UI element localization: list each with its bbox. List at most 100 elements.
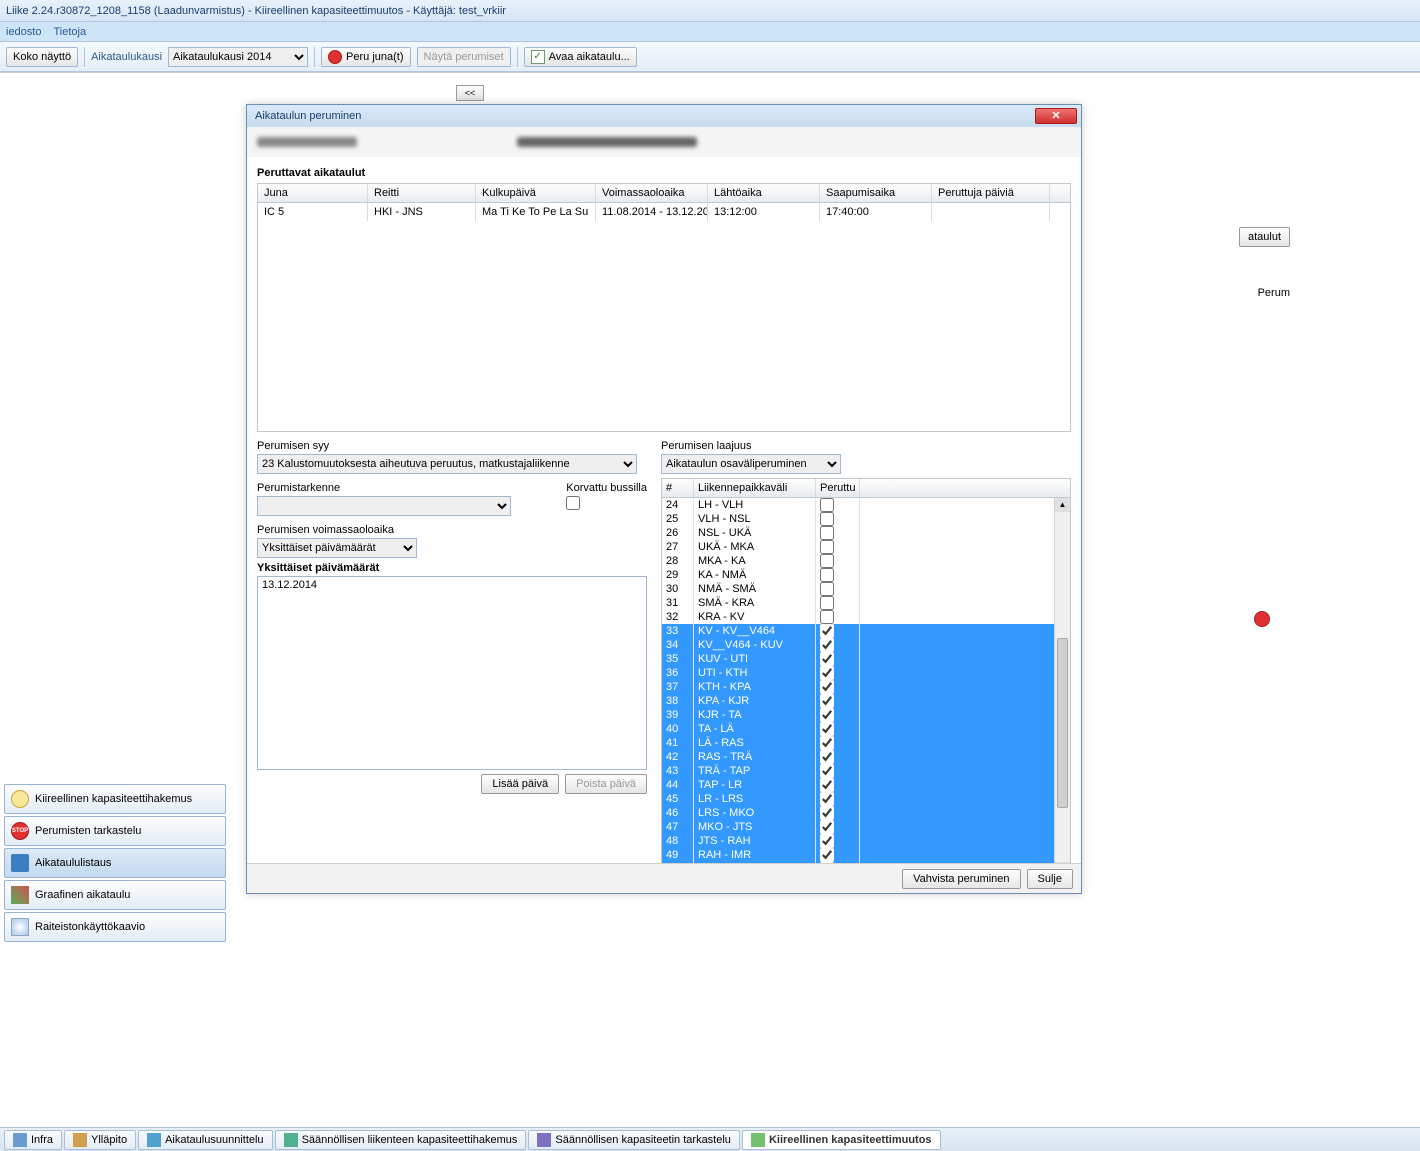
segment-checkbox[interactable] <box>820 820 834 834</box>
validity-select[interactable]: Yksittäiset päivämäärät <box>257 538 417 558</box>
col-voim[interactable]: Voimassaoloaika <box>596 184 708 202</box>
close-button[interactable]: ✕ <box>1035 108 1077 124</box>
segment-row[interactable]: 43TRÄ - TAP <box>662 764 1054 778</box>
scope-select[interactable]: Aikataulun osaväliperuminen <box>661 454 841 474</box>
reason-select[interactable]: 23 Kalustomuutoksesta aiheutuva peruutus… <box>257 454 637 474</box>
segment-row[interactable]: 34KV__V464 - KUV <box>662 638 1054 652</box>
confirm-button[interactable]: Vahvista peruminen <box>902 869 1020 889</box>
detail-select[interactable] <box>257 496 511 516</box>
segment-row[interactable]: 28MKA - KA <box>662 554 1054 568</box>
segment-checkbox[interactable] <box>820 652 834 666</box>
segment-row[interactable]: 46LRS - MKO <box>662 806 1054 820</box>
side-cancellation-review[interactable]: STOPPerumisten tarkastelu <box>4 816 226 846</box>
segment-checkbox[interactable] <box>820 498 834 512</box>
show-cancellations-button: Näytä perumiset <box>417 47 511 67</box>
side-graphic-schedule[interactable]: Graafinen aikataulu <box>4 880 226 910</box>
segment-row[interactable]: 38KPA - KJR <box>662 694 1054 708</box>
segment-checkbox[interactable] <box>820 806 834 820</box>
segment-row[interactable]: 40TA - LÄ <box>662 722 1054 736</box>
tab-kiir[interactable]: Kiireellinen kapasiteettimuutos <box>742 1130 941 1150</box>
segment-checkbox[interactable] <box>820 834 834 848</box>
side-schedule-listing[interactable]: Aikataululistaus <box>4 848 226 878</box>
segment-row[interactable]: 32KRA - KV <box>662 610 1054 624</box>
cancel-train-button[interactable]: Peru juna(t) <box>321 47 410 67</box>
segment-row[interactable]: 27UKÄ - MKA <box>662 540 1054 554</box>
collapse-button[interactable]: << <box>456 85 484 101</box>
segment-row[interactable]: 37KTH - KPA <box>662 680 1054 694</box>
segment-row[interactable]: 47MKO - JTS <box>662 820 1054 834</box>
segment-checkbox[interactable] <box>820 694 834 708</box>
segment-checkbox[interactable] <box>820 736 834 750</box>
segment-row[interactable]: 45LR - LRS <box>662 792 1054 806</box>
segment-checkbox[interactable] <box>820 568 834 582</box>
menu-tietoja[interactable]: Tietoja <box>53 26 86 38</box>
segment-checkbox[interactable] <box>820 792 834 806</box>
segment-row[interactable]: 31SMÄ - KRA <box>662 596 1054 610</box>
segment-checkbox[interactable] <box>820 596 834 610</box>
segment-checkbox[interactable] <box>820 666 834 680</box>
col-lp[interactable]: Liikennepaikkaväli <box>694 479 816 497</box>
segment-row[interactable]: 35KUV - UTI <box>662 652 1054 666</box>
open-schedule-button[interactable]: ✓Avaa aikataulu... <box>524 47 637 67</box>
close-dialog-button[interactable]: Sulje <box>1027 869 1073 889</box>
tab-aik[interactable]: Aikataulusuunnittelu <box>138 1130 272 1150</box>
segment-row[interactable]: 44TAP - LR <box>662 778 1054 792</box>
segment-row[interactable]: 42RAS - TRÄ <box>662 750 1054 764</box>
col-juna[interactable]: Juna <box>258 184 368 202</box>
ataulut-button[interactable]: ataulut <box>1239 227 1290 247</box>
segment-checkbox[interactable] <box>820 638 834 652</box>
segment-checkbox[interactable] <box>820 610 834 624</box>
window-titlebar: Liike 2.24.r30872_1208_1158 (Laadunvarmi… <box>0 0 1420 22</box>
tab-saan1[interactable]: Säännöllisen liikenteen kapasiteettihake… <box>275 1130 527 1150</box>
segment-row[interactable]: 25VLH - NSL <box>662 512 1054 526</box>
segment-checkbox[interactable] <box>820 750 834 764</box>
review-icon <box>537 1133 551 1147</box>
col-kulku[interactable]: Kulkupäivä <box>476 184 596 202</box>
table-row[interactable]: IC 5 HKI - JNS Ma Ti Ke To Pe La Su 11.0… <box>258 203 1070 221</box>
segment-row[interactable]: 29KA - NMÄ <box>662 568 1054 582</box>
segment-checkbox[interactable] <box>820 722 834 736</box>
segment-row[interactable]: 26NSL - UKÄ <box>662 526 1054 540</box>
segment-row[interactable]: 24LH - VLH <box>662 498 1054 512</box>
add-day-button[interactable]: Lisää päivä <box>481 774 559 794</box>
segment-checkbox[interactable] <box>820 554 834 568</box>
bus-checkbox[interactable] <box>566 496 580 510</box>
segment-checkbox[interactable] <box>820 848 834 862</box>
full-screen-button[interactable]: Koko näyttö <box>6 47 78 67</box>
segment-checkbox[interactable] <box>820 582 834 596</box>
segment-checkbox[interactable] <box>820 624 834 638</box>
segment-row[interactable]: 41LÄ - RAS <box>662 736 1054 750</box>
segment-row[interactable]: 30NMÄ - SMÄ <box>662 582 1054 596</box>
col-perut[interactable]: Peruttuja päiviä <box>932 184 1050 202</box>
side-track-usage[interactable]: Raiteistonkäyttökaavio <box>4 912 226 942</box>
segment-row[interactable]: 39KJR - TA <box>662 708 1054 722</box>
col-reitti[interactable]: Reitti <box>368 184 476 202</box>
segment-row[interactable]: 36UTI - KTH <box>662 666 1054 680</box>
scroll-thumb[interactable] <box>1057 638 1068 808</box>
segment-row[interactable]: 49RAH - IMR <box>662 848 1054 862</box>
col-saap[interactable]: Saapumisaika <box>820 184 932 202</box>
dates-listbox[interactable]: 13.12.2014 <box>257 576 647 770</box>
scrollbar[interactable]: ▲ ▼ <box>1054 498 1070 876</box>
segment-checkbox[interactable] <box>820 708 834 722</box>
col-chk[interactable]: Peruttu <box>816 479 860 497</box>
segment-checkbox[interactable] <box>820 540 834 554</box>
segment-row[interactable]: 33KV - KV__V464 <box>662 624 1054 638</box>
side-urgent-request[interactable]: Kiireellinen kapasiteettihakemus <box>4 784 226 814</box>
scroll-up[interactable]: ▲ <box>1055 498 1070 512</box>
segment-checkbox[interactable] <box>820 680 834 694</box>
tab-infra[interactable]: Infra <box>4 1130 62 1150</box>
col-num[interactable]: # <box>662 479 694 497</box>
col-lahto[interactable]: Lähtöaika <box>708 184 820 202</box>
segment-checkbox[interactable] <box>820 512 834 526</box>
tab-saan2[interactable]: Säännöllisen kapasiteetin tarkastelu <box>528 1130 740 1150</box>
date-item[interactable]: 13.12.2014 <box>262 579 642 591</box>
segment-checkbox[interactable] <box>820 778 834 792</box>
segment-checkbox[interactable] <box>820 526 834 540</box>
period-select[interactable]: Aikataulukausi 2014 <box>168 47 308 67</box>
menu-tiedosto[interactable]: iedosto <box>6 26 41 38</box>
segment-row[interactable]: 48JTS - RAH <box>662 834 1054 848</box>
bg-button: ataulut <box>1239 227 1290 247</box>
tab-yllapito[interactable]: Ylläpito <box>64 1130 136 1150</box>
segment-checkbox[interactable] <box>820 764 834 778</box>
